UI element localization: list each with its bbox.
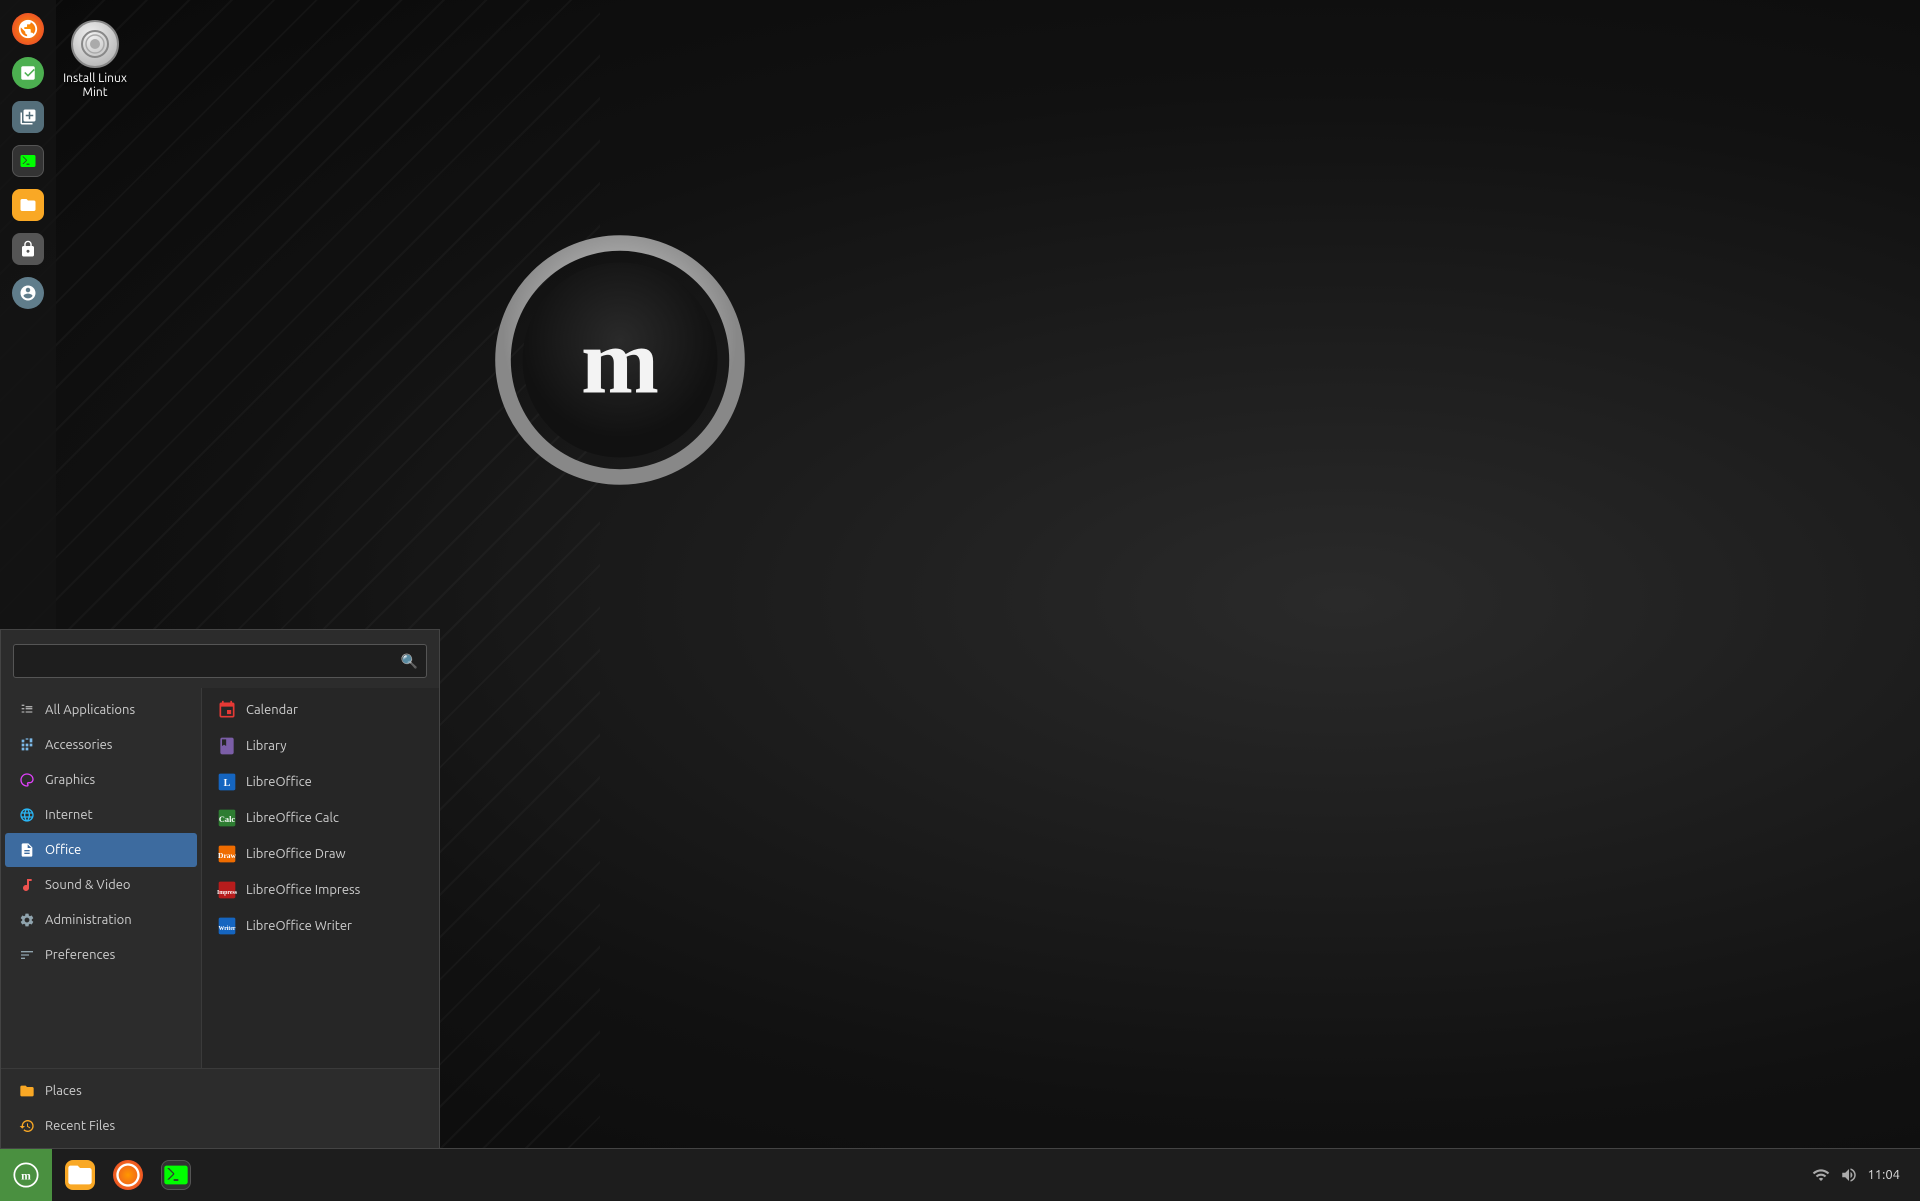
update-manager-icon	[12, 57, 44, 89]
svg-text:Impress: Impress	[217, 890, 237, 896]
menu-item-accessories[interactable]: Accessories	[5, 728, 197, 762]
taskbar-apps	[52, 1149, 1799, 1200]
menu-item-places[interactable]: Places	[5, 1074, 435, 1108]
svg-text:L: L	[224, 778, 231, 789]
menu-categories: All Applications Accessories	[1, 688, 201, 1068]
app-item-libreoffice-impress[interactable]: Impress LibreOffice Impress	[202, 872, 439, 908]
all-applications-icon	[17, 700, 37, 720]
menu-item-administration[interactable]: Administration	[5, 903, 197, 937]
grub-icon	[12, 277, 44, 309]
taskbar-app-terminal[interactable]	[153, 1152, 199, 1198]
taskbar-app-firefox[interactable]	[105, 1152, 151, 1198]
menu-item-preferences[interactable]: Preferences	[5, 938, 197, 972]
desktop: m Install Linux Mint	[0, 0, 1920, 1200]
app-item-libreoffice-draw[interactable]: Draw LibreOffice Draw	[202, 836, 439, 872]
all-applications-label: All Applications	[45, 703, 135, 717]
graphics-label: Graphics	[45, 773, 95, 787]
install-linux-mint-icon[interactable]: Install Linux Mint	[50, 20, 140, 101]
search-bar: 🔍	[1, 630, 439, 688]
install-icon-label: Install Linux Mint	[50, 72, 140, 101]
taskbar: m	[0, 1148, 1920, 1200]
libreoffice-writer-app-icon: Writer	[216, 915, 238, 937]
files-icon	[12, 189, 44, 221]
sidebar-icon-lock[interactable]	[7, 228, 49, 270]
svg-text:m: m	[21, 1169, 31, 1182]
calendar-app-icon	[216, 699, 238, 721]
calendar-app-label: Calendar	[246, 703, 298, 717]
svg-text:m: m	[581, 311, 659, 414]
libreoffice-impress-app-icon: Impress	[216, 879, 238, 901]
svg-text:Writer: Writer	[218, 926, 235, 932]
menu-apps: Calendar Library L	[201, 688, 439, 1068]
library-app-icon	[216, 735, 238, 757]
sidebar-icon-firefox[interactable]	[7, 8, 49, 50]
taskbar-terminal-icon	[161, 1160, 191, 1190]
mint-logo: m	[480, 220, 760, 500]
libreoffice-app-label: LibreOffice	[246, 775, 312, 789]
svg-text:Calc: Calc	[219, 815, 235, 824]
app-item-libreoffice[interactable]: L LibreOffice	[202, 764, 439, 800]
libreoffice-draw-app-icon: Draw	[216, 843, 238, 865]
administration-label: Administration	[45, 913, 132, 927]
search-input[interactable]	[22, 645, 401, 677]
sound-video-icon	[17, 875, 37, 895]
menu-item-graphics[interactable]: Graphics	[5, 763, 197, 797]
recent-files-icon	[17, 1116, 37, 1136]
internet-label: Internet	[45, 808, 93, 822]
sidebar-icon-files[interactable]	[7, 184, 49, 226]
libreoffice-impress-app-label: LibreOffice Impress	[246, 883, 360, 897]
libreoffice-draw-app-label: LibreOffice Draw	[246, 847, 346, 861]
administration-icon	[17, 910, 37, 930]
app-item-libreoffice-writer[interactable]: Writer LibreOffice Writer	[202, 908, 439, 944]
office-label: Office	[45, 843, 81, 857]
app-item-libreoffice-calc[interactable]: Calc LibreOffice Calc	[202, 800, 439, 836]
menu-item-all-applications[interactable]: All Applications	[5, 693, 197, 727]
taskbar-time: 11:04	[1867, 1168, 1908, 1182]
search-icon: 🔍	[401, 653, 418, 670]
places-label: Places	[45, 1084, 82, 1098]
taskbar-firefox-icon	[113, 1160, 143, 1190]
preferences-icon	[17, 945, 37, 965]
taskbar-start-button[interactable]: m	[0, 1149, 52, 1201]
menu-bottom: Places Recent Files	[1, 1068, 439, 1148]
sidebar-icon-timeshift[interactable]	[7, 96, 49, 138]
accessories-label: Accessories	[45, 738, 112, 752]
sound-video-label: Sound & Video	[45, 878, 131, 892]
menu-item-internet[interactable]: Internet	[5, 798, 197, 832]
svg-text:Draw: Draw	[218, 851, 236, 860]
menu-content: All Applications Accessories	[1, 688, 439, 1068]
tray-volume-icon[interactable]	[1839, 1165, 1859, 1185]
app-item-calendar[interactable]: Calendar	[202, 692, 439, 728]
accessories-icon	[17, 735, 37, 755]
libreoffice-calc-app-label: LibreOffice Calc	[246, 811, 339, 825]
timeshift-icon	[12, 101, 44, 133]
app-item-library[interactable]: Library	[202, 728, 439, 764]
taskbar-tray: 11:04	[1799, 1165, 1920, 1185]
places-icon	[17, 1081, 37, 1101]
sidebar-icon-update-manager[interactable]	[7, 52, 49, 94]
start-menu: 🔍 All Applications	[0, 629, 440, 1148]
internet-icon	[17, 805, 37, 825]
libreoffice-writer-app-label: LibreOffice Writer	[246, 919, 352, 933]
taskbar-app-files[interactable]	[57, 1152, 103, 1198]
office-icon	[17, 840, 37, 860]
graphics-icon	[17, 770, 37, 790]
menu-item-sound-video[interactable]: Sound & Video	[5, 868, 197, 902]
recent-files-label: Recent Files	[45, 1119, 115, 1133]
taskbar-files-icon	[65, 1160, 95, 1190]
sidebar-icon-grub[interactable]	[7, 272, 49, 314]
tray-network-icon[interactable]	[1811, 1165, 1831, 1185]
preferences-label: Preferences	[45, 948, 115, 962]
firefox-icon	[12, 13, 44, 45]
menu-item-recent-files[interactable]: Recent Files	[5, 1109, 435, 1143]
library-app-label: Library	[246, 739, 286, 753]
libreoffice-calc-app-icon: Calc	[216, 807, 238, 829]
terminal-icon	[12, 145, 44, 177]
install-icon-image	[71, 20, 119, 68]
libreoffice-app-icon: L	[216, 771, 238, 793]
sidebar-icon-terminal[interactable]	[7, 140, 49, 182]
lock-icon	[12, 233, 44, 265]
search-input-wrap: 🔍	[13, 644, 427, 678]
menu-item-office[interactable]: Office	[5, 833, 197, 867]
